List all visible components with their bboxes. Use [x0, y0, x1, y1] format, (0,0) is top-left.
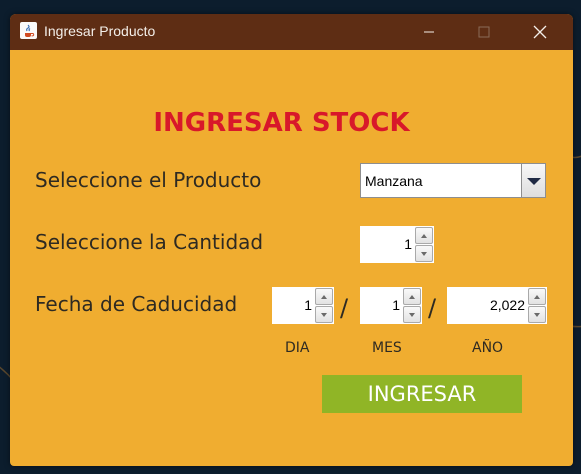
maximize-icon — [478, 26, 490, 38]
spinner-down-icon — [321, 312, 327, 317]
month-spinner[interactable]: 1 — [360, 287, 422, 324]
year-value: 2,022 — [489, 297, 525, 313]
product-select[interactable]: Manzana — [360, 163, 546, 198]
quantity-label: Seleccione la Cantidad — [35, 230, 264, 254]
form-panel: INGRESAR STOCK Seleccione el Producto Ma… — [10, 50, 573, 466]
spinner-down-icon — [409, 312, 415, 317]
month-down-button[interactable] — [403, 306, 421, 323]
minimize-icon — [424, 31, 434, 33]
quantity-up-button[interactable] — [415, 227, 433, 244]
spinner-down-icon — [421, 251, 427, 256]
product-select-button[interactable] — [521, 164, 545, 197]
year-caption: AÑO — [472, 340, 504, 356]
year-down-button[interactable] — [528, 306, 546, 323]
dropdown-arrow-icon — [527, 178, 541, 185]
spinner-up-icon — [421, 233, 427, 238]
month-up-button[interactable] — [403, 288, 421, 305]
day-value: 1 — [304, 297, 312, 313]
window-title: Ingresar Producto — [44, 23, 156, 39]
page-title: INGRESAR STOCK — [153, 108, 410, 138]
close-button[interactable] — [518, 14, 562, 50]
day-caption: DIA — [285, 340, 310, 356]
expiry-label: Fecha de Caducidad — [35, 292, 238, 316]
spinner-up-icon — [321, 294, 327, 299]
spinner-up-icon — [409, 294, 415, 299]
date-separator: / — [428, 294, 437, 322]
day-spinner[interactable]: 1 — [272, 287, 334, 324]
spinner-down-icon — [534, 312, 540, 317]
title-bar[interactable]: Ingresar Producto — [10, 14, 573, 50]
quantity-spinner[interactable]: 1 — [360, 226, 434, 263]
minimize-button[interactable] — [407, 14, 451, 50]
maximize-button[interactable] — [462, 14, 506, 50]
java-app-icon — [20, 22, 37, 39]
submit-button[interactable]: INGRESAR — [322, 375, 522, 413]
product-label: Seleccione el Producto — [35, 168, 262, 192]
quantity-down-button[interactable] — [415, 245, 433, 262]
month-caption: MES — [372, 340, 402, 356]
close-icon — [533, 25, 547, 39]
year-up-button[interactable] — [528, 288, 546, 305]
quantity-value: 1 — [404, 236, 412, 252]
day-down-button[interactable] — [315, 306, 333, 323]
spinner-up-icon — [534, 294, 540, 299]
year-spinner[interactable]: 2,022 — [447, 287, 547, 324]
app-window: Ingresar Producto INGRESAR STOCK Selecci… — [10, 14, 573, 466]
product-select-value: Manzana — [365, 173, 423, 189]
month-value: 1 — [392, 297, 400, 313]
day-up-button[interactable] — [315, 288, 333, 305]
date-separator: / — [340, 294, 349, 322]
